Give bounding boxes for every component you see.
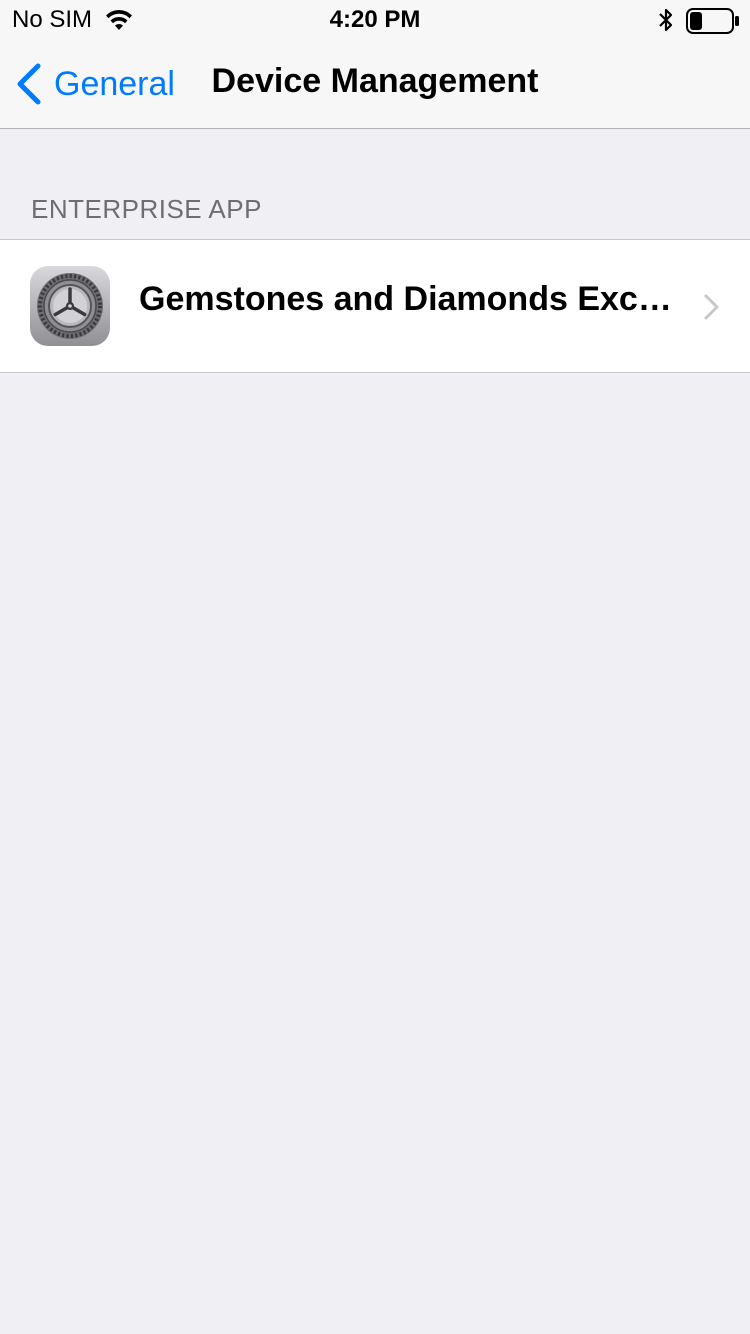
bluetooth-icon [659, 8, 673, 32]
settings-gear-icon [30, 266, 110, 346]
battery-icon [686, 8, 739, 34]
page-title: Device Management [211, 62, 539, 100]
navigation-bar: General Device Management [0, 40, 750, 129]
chevron-right-icon [704, 294, 719, 320]
status-time: 4:20 PM [329, 6, 421, 33]
enterprise-app-row[interactable]: Gemstones and Diamonds Excha... [0, 239, 750, 373]
status-bar: No SIM 4:20 PM [0, 0, 750, 40]
section-header-enterprise-app: ENTERPRISE APP [31, 194, 262, 224]
enterprise-app-name: Gemstones and Diamonds Excha... [139, 280, 689, 318]
